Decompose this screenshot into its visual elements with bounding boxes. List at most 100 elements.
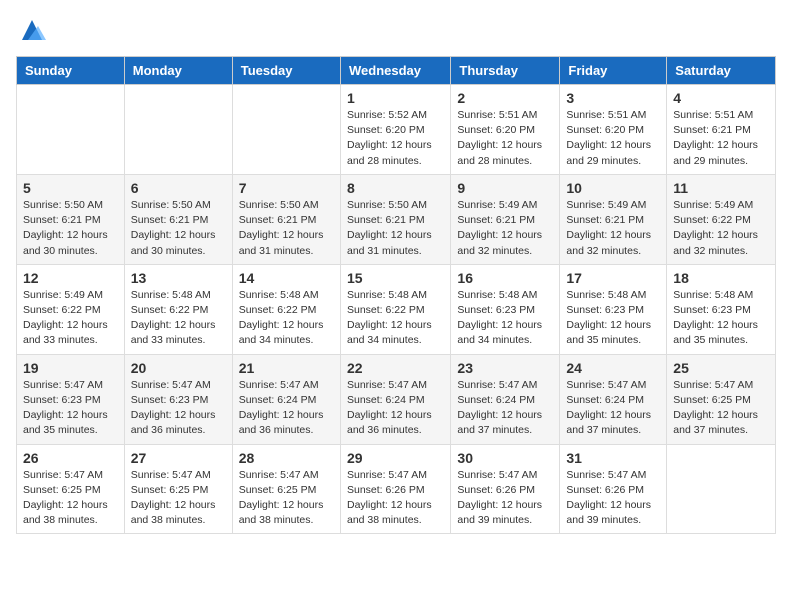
day-header-sunday: Sunday — [17, 57, 125, 85]
day-number: 18 — [673, 270, 769, 286]
day-number: 25 — [673, 360, 769, 376]
logo-icon — [18, 16, 46, 44]
calendar-cell: 24 Sunrise: 5:47 AM Sunset: 6:24 PM Dayli… — [560, 354, 667, 444]
day-info: Sunrise: 5:47 AM Sunset: 6:23 PM Dayligh… — [131, 378, 226, 439]
day-number: 5 — [23, 180, 118, 196]
calendar-cell: 4Sunrise: 5:51 AM Sunset: 6:21 PM Daylig… — [667, 85, 776, 175]
day-info: Sunrise: 5:47 AM Sunset: 6:23 PM Dayligh… — [23, 378, 118, 439]
day-number: 27 — [131, 450, 226, 466]
day-info: Sunrise: 5:48 AM Sunset: 6:23 PM Dayligh… — [457, 288, 553, 349]
day-number: 12 — [23, 270, 118, 286]
calendar-cell: 30 Sunrise: 5:47 AM Sunset: 6:26 PM Dayli… — [451, 444, 560, 534]
calendar-cell: 10 Sunrise: 5:49 AM Sunset: 6:21 PM Dayli… — [560, 174, 667, 264]
calendar-cell: 31 Sunrise: 5:47 AM Sunset: 6:26 PM Dayli… — [560, 444, 667, 534]
day-info: Sunrise: 5:47 AM Sunset: 6:24 PM Dayligh… — [566, 378, 660, 439]
calendar-cell — [17, 85, 125, 175]
calendar-cell: 26 Sunrise: 5:47 AM Sunset: 6:25 PM Dayli… — [17, 444, 125, 534]
day-header-friday: Friday — [560, 57, 667, 85]
day-number: 1 — [347, 90, 444, 106]
calendar-cell: 11 Sunrise: 5:49 AM Sunset: 6:22 PM Dayli… — [667, 174, 776, 264]
day-number: 8 — [347, 180, 444, 196]
day-info: Sunrise: 5:47 AM Sunset: 6:26 PM Dayligh… — [566, 468, 660, 529]
day-number: 22 — [347, 360, 444, 376]
day-number: 29 — [347, 450, 444, 466]
day-info: Sunrise: 5:49 AM Sunset: 6:22 PM Dayligh… — [23, 288, 118, 349]
logo — [16, 16, 46, 44]
calendar-cell: 21 Sunrise: 5:47 AM Sunset: 6:24 PM Dayli… — [232, 354, 340, 444]
calendar-cell: 12 Sunrise: 5:49 AM Sunset: 6:22 PM Dayli… — [17, 264, 125, 354]
day-number: 24 — [566, 360, 660, 376]
day-number: 10 — [566, 180, 660, 196]
day-info: Sunrise: 5:47 AM Sunset: 6:25 PM Dayligh… — [673, 378, 769, 439]
day-info: Sunrise: 5:48 AM Sunset: 6:22 PM Dayligh… — [131, 288, 226, 349]
day-info: Sunrise: 5:51 AM Sunset: 6:20 PM Dayligh… — [566, 108, 660, 169]
calendar-cell: 8Sunrise: 5:50 AM Sunset: 6:21 PM Daylig… — [340, 174, 450, 264]
day-number: 11 — [673, 180, 769, 196]
calendar-cell: 23 Sunrise: 5:47 AM Sunset: 6:24 PM Dayli… — [451, 354, 560, 444]
calendar-cell: 25 Sunrise: 5:47 AM Sunset: 6:25 PM Dayli… — [667, 354, 776, 444]
calendar-cell: 19 Sunrise: 5:47 AM Sunset: 6:23 PM Dayli… — [17, 354, 125, 444]
calendar-cell: 5Sunrise: 5:50 AM Sunset: 6:21 PM Daylig… — [17, 174, 125, 264]
day-info: Sunrise: 5:48 AM Sunset: 6:23 PM Dayligh… — [566, 288, 660, 349]
calendar-week-row: 5 Sunrise: 5:50 AM Sunset: 6:21 PM Daylig… — [17, 174, 776, 264]
day-number: 20 — [131, 360, 226, 376]
calendar-cell: 1 Sunrise: 5:52 AM Sunset: 6:20 PM Daylig… — [340, 85, 450, 175]
day-number: 26 — [23, 450, 118, 466]
calendar-cell: 27 Sunrise: 5:47 AM Sunset: 6:25 PM Dayli… — [124, 444, 232, 534]
day-number: 19 — [23, 360, 118, 376]
day-number: 21 — [239, 360, 334, 376]
calendar-cell: 18 Sunrise: 5:48 AM Sunset: 6:23 PM Dayli… — [667, 264, 776, 354]
day-header-tuesday: Tuesday — [232, 57, 340, 85]
page-header — [16, 16, 776, 44]
day-header-saturday: Saturday — [667, 57, 776, 85]
day-info: Sunrise: 5:49 AM Sunset: 6:22 PM Dayligh… — [673, 198, 769, 259]
day-info: Sunrise: 5:47 AM Sunset: 6:24 PM Dayligh… — [239, 378, 334, 439]
day-number: 6 — [131, 180, 226, 196]
calendar-week-row: 19 Sunrise: 5:47 AM Sunset: 6:23 PM Dayli… — [17, 354, 776, 444]
calendar-cell: 20 Sunrise: 5:47 AM Sunset: 6:23 PM Dayli… — [124, 354, 232, 444]
day-info: Sunrise: 5:48 AM Sunset: 6:23 PM Dayligh… — [673, 288, 769, 349]
day-number: 4 — [673, 90, 769, 106]
day-info: Sunrise: 5:52 AM Sunset: 6:20 PM Dayligh… — [347, 108, 444, 169]
day-number: 13 — [131, 270, 226, 286]
calendar-cell: 15Sunrise: 5:48 AM Sunset: 6:22 PM Dayli… — [340, 264, 450, 354]
day-info: Sunrise: 5:49 AM Sunset: 6:21 PM Dayligh… — [566, 198, 660, 259]
day-number: 16 — [457, 270, 553, 286]
calendar-table: SundayMondayTuesdayWednesdayThursdayFrid… — [16, 56, 776, 534]
day-info: Sunrise: 5:47 AM Sunset: 6:26 PM Dayligh… — [457, 468, 553, 529]
calendar-cell: 13 Sunrise: 5:48 AM Sunset: 6:22 PM Dayli… — [124, 264, 232, 354]
day-info: Sunrise: 5:51 AM Sunset: 6:20 PM Dayligh… — [457, 108, 553, 169]
day-info: Sunrise: 5:47 AM Sunset: 6:25 PM Dayligh… — [131, 468, 226, 529]
calendar-cell — [667, 444, 776, 534]
calendar-cell: 28 Sunrise: 5:47 AM Sunset: 6:25 PM Dayli… — [232, 444, 340, 534]
calendar-cell: 16 Sunrise: 5:48 AM Sunset: 6:23 PM Dayli… — [451, 264, 560, 354]
day-header-thursday: Thursday — [451, 57, 560, 85]
day-info: Sunrise: 5:48 AM Sunset: 6:22 PM Dayligh… — [239, 288, 334, 349]
day-number: 31 — [566, 450, 660, 466]
day-info: Sunrise: 5:50 AM Sunset: 6:21 PM Dayligh… — [239, 198, 334, 259]
day-number: 30 — [457, 450, 553, 466]
calendar-cell: 2Sunrise: 5:51 AM Sunset: 6:20 PM Daylig… — [451, 85, 560, 175]
calendar-header-row: SundayMondayTuesdayWednesdayThursdayFrid… — [17, 57, 776, 85]
day-info: Sunrise: 5:47 AM Sunset: 6:26 PM Dayligh… — [347, 468, 444, 529]
day-number: 23 — [457, 360, 553, 376]
day-info: Sunrise: 5:47 AM Sunset: 6:24 PM Dayligh… — [457, 378, 553, 439]
day-info: Sunrise: 5:47 AM Sunset: 6:25 PM Dayligh… — [23, 468, 118, 529]
day-header-wednesday: Wednesday — [340, 57, 450, 85]
calendar-cell: 3Sunrise: 5:51 AM Sunset: 6:20 PM Daylig… — [560, 85, 667, 175]
day-number: 14 — [239, 270, 334, 286]
calendar-cell: 7 Sunrise: 5:50 AM Sunset: 6:21 PM Daylig… — [232, 174, 340, 264]
day-number: 7 — [239, 180, 334, 196]
calendar-cell — [124, 85, 232, 175]
calendar-week-row: 12 Sunrise: 5:49 AM Sunset: 6:22 PM Dayli… — [17, 264, 776, 354]
calendar-cell — [232, 85, 340, 175]
calendar-cell: 9Sunrise: 5:49 AM Sunset: 6:21 PM Daylig… — [451, 174, 560, 264]
calendar-cell: 14 Sunrise: 5:48 AM Sunset: 6:22 PM Dayli… — [232, 264, 340, 354]
day-info: Sunrise: 5:50 AM Sunset: 6:21 PM Dayligh… — [131, 198, 226, 259]
day-number: 28 — [239, 450, 334, 466]
calendar-week-row: 1 Sunrise: 5:52 AM Sunset: 6:20 PM Daylig… — [17, 85, 776, 175]
day-info: Sunrise: 5:47 AM Sunset: 6:24 PM Dayligh… — [347, 378, 444, 439]
day-info: Sunrise: 5:47 AM Sunset: 6:25 PM Dayligh… — [239, 468, 334, 529]
day-header-monday: Monday — [124, 57, 232, 85]
calendar-week-row: 26 Sunrise: 5:47 AM Sunset: 6:25 PM Dayli… — [17, 444, 776, 534]
